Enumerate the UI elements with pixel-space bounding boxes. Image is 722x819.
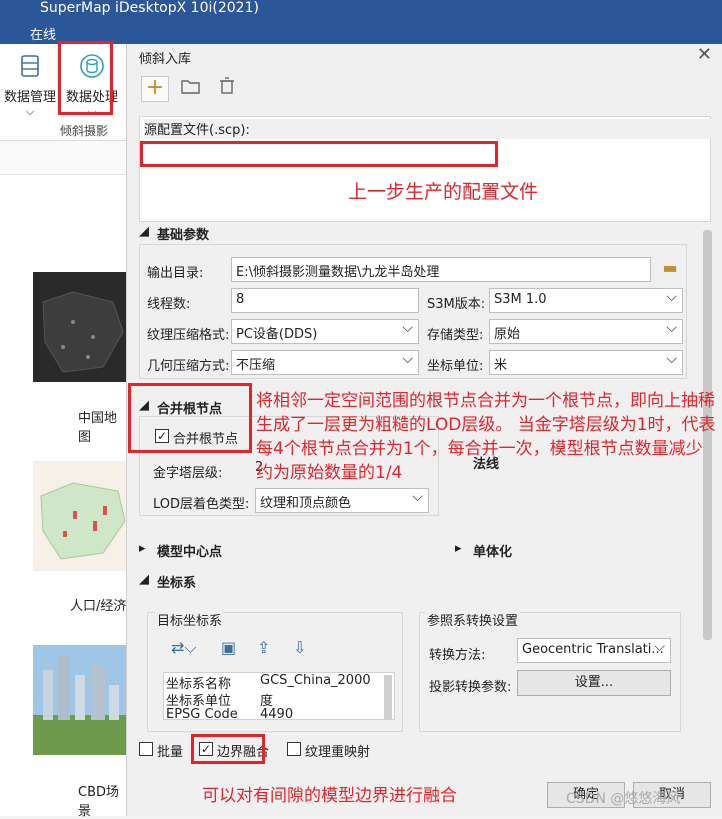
highlight-source-config bbox=[140, 141, 498, 167]
model-center-section[interactable]: 模型中心点 bbox=[157, 541, 222, 560]
tab-online[interactable]: 在线 bbox=[30, 24, 56, 43]
population-map-image bbox=[40, 482, 126, 560]
target-coord-label: 目标坐标系 bbox=[155, 610, 225, 629]
data-manage-label: 数据管理 bbox=[3, 90, 56, 105]
thumbnail-china-map[interactable] bbox=[33, 272, 128, 382]
annotation-config-file: 上一步生产的配置文件 bbox=[348, 181, 539, 203]
cs-name-value: GCS_China_2000 bbox=[260, 673, 371, 688]
coord-switch-icon[interactable]: ⇄⌵ bbox=[171, 638, 197, 658]
chevron-down-icon[interactable]: ⌵ bbox=[0, 105, 60, 119]
pyramid-level-label: 金字塔层级: bbox=[153, 466, 223, 481]
annotation-merge-root: 将相邻一定空间范围的根节点合并为一个根节点，即向上抽稀生成了一层更为粗糙的LOD… bbox=[256, 391, 716, 483]
geom-compress-select[interactable]: 不压缩 bbox=[231, 350, 419, 375]
thumbnail-label: CBD场景 bbox=[78, 785, 120, 819]
watermark: CSDN @悠悠海风 bbox=[566, 791, 681, 807]
delete-icon[interactable] bbox=[213, 76, 241, 102]
thumbnail-cbd-scene[interactable] bbox=[33, 645, 128, 755]
left-pane-header bbox=[0, 141, 128, 175]
basic-params-section[interactable]: 基础参数 bbox=[157, 224, 209, 243]
folder-icon[interactable] bbox=[177, 76, 205, 102]
database-manage-icon bbox=[21, 55, 39, 77]
thumbnail-label: 中国地图 bbox=[78, 411, 118, 445]
storage-type-select[interactable]: 原始 bbox=[489, 319, 683, 344]
coord-unit-select[interactable]: 米 bbox=[489, 350, 683, 375]
texture-label: 纹理压缩格式: bbox=[147, 328, 230, 343]
singleton-section[interactable]: 单体化 bbox=[473, 541, 512, 560]
add-icon[interactable]: + bbox=[141, 76, 169, 102]
texture-select[interactable]: PC设备(DDS) bbox=[231, 319, 419, 344]
ribbon-group-label: 倾斜摄影 bbox=[60, 124, 109, 138]
threads-label: 线程数: bbox=[147, 297, 191, 312]
annotation-edge-merge: 可以对有间隙的模型边界进行融合 bbox=[202, 786, 457, 806]
proj-param-label: 投影转换参数: bbox=[429, 680, 512, 695]
epsg-value: 4490 bbox=[260, 707, 294, 720]
download-icon[interactable]: ⇩ bbox=[293, 638, 306, 657]
storage-type-label: 存储类型: bbox=[427, 328, 484, 343]
source-config-list[interactable]: 源配置文件(.scp): bbox=[139, 116, 712, 222]
highlight-merge-root bbox=[128, 383, 252, 453]
geom-compress-label: 几何压缩方式: bbox=[147, 359, 230, 374]
coord-table-scrollbar[interactable] bbox=[384, 675, 392, 719]
basic-params-expander-icon[interactable]: ◢ bbox=[139, 224, 149, 239]
epsg-label: EPSG Code bbox=[166, 707, 238, 720]
left-pane: 中国地图 人口/经济 CBD场景 bbox=[0, 141, 128, 819]
lod-color-label: LOD层着色类型: bbox=[153, 497, 250, 512]
highlight-data-process bbox=[58, 41, 113, 115]
transform-method-label: 转换方法: bbox=[429, 648, 486, 663]
data-manage-button[interactable]: 数据管理 ⌵ bbox=[0, 50, 60, 130]
transform-method-select[interactable]: Geocentric Translati... bbox=[517, 638, 671, 663]
close-icon[interactable]: ✕ bbox=[697, 44, 712, 65]
coord-sys-section[interactable]: 坐标系 bbox=[157, 572, 196, 591]
dialog-title: 倾斜入库 bbox=[139, 52, 192, 67]
app-title: SuperMap iDesktopX 10i(2021) bbox=[40, 0, 259, 16]
upload-icon[interactable]: ⇪ bbox=[257, 638, 270, 657]
settings-button[interactable]: 设置... bbox=[517, 670, 671, 696]
s3m-version-label: S3M版本: bbox=[427, 297, 486, 312]
ref-transform-label: 参照系转换设置 bbox=[425, 610, 521, 629]
batch-checkbox[interactable] bbox=[139, 742, 153, 756]
texture-remap-label: 纹理重映射 bbox=[305, 745, 371, 760]
output-dir-field[interactable]: E:\倾斜摄影测量数据\九龙半岛处理 bbox=[231, 257, 651, 282]
batch-label: 批量 bbox=[157, 745, 184, 760]
dark-map-image bbox=[42, 291, 124, 373]
source-config-label: 源配置文件(.scp): bbox=[144, 119, 712, 139]
thumbnail-label: 人口/经济 bbox=[70, 599, 127, 614]
coord-sys-expander-icon[interactable]: ◢ bbox=[139, 572, 149, 587]
model-center-expander-icon[interactable]: ▸ bbox=[139, 541, 146, 556]
coord-info-table: 坐标系名称 GCS_China_2000 坐标系单位 度 EPSG Code 4… bbox=[163, 672, 395, 720]
app-title-bar: SuperMap iDesktopX 10i(2021) 在线 bbox=[0, 0, 722, 44]
thumbnail-population-map[interactable] bbox=[33, 461, 128, 571]
threads-field[interactable]: 8 bbox=[231, 288, 419, 313]
singleton-expander-icon[interactable]: ▸ bbox=[455, 541, 462, 556]
highlight-edge-merge bbox=[191, 734, 265, 764]
s3m-version-select[interactable]: S3M 1.0 bbox=[489, 288, 683, 313]
coord-unit-label: 坐标单位: bbox=[427, 359, 484, 374]
city-scene-image bbox=[33, 655, 128, 755]
output-dir-label: 输出目录: bbox=[147, 266, 204, 281]
lod-color-select[interactable]: 纹理和顶点颜色 bbox=[255, 488, 429, 513]
browse-folder-icon[interactable]: ▬ bbox=[659, 258, 681, 280]
texture-remap-checkbox[interactable] bbox=[287, 742, 301, 756]
import-coord-icon[interactable]: ▣ bbox=[221, 638, 236, 657]
